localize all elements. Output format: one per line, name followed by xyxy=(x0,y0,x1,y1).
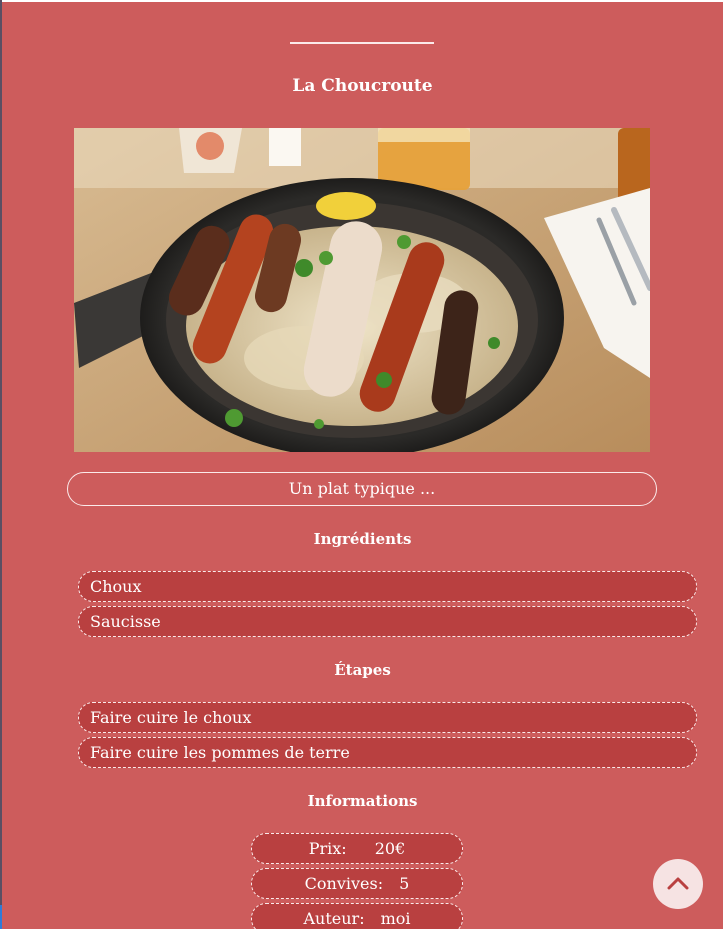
author-info: Auteur: moi xyxy=(251,903,463,929)
ingredient-label: Saucisse xyxy=(90,612,161,631)
top-divider xyxy=(290,42,434,44)
step-label: Faire cuire le choux xyxy=(90,708,252,727)
recipe-title: La Choucroute xyxy=(292,76,433,96)
guests-label: Convives: xyxy=(304,874,384,893)
recipe-description: Un plat typique ... xyxy=(67,472,657,506)
recipe-photo xyxy=(74,128,650,452)
price-value: 20€ xyxy=(374,839,406,858)
step-item: Faire cuire le choux xyxy=(78,702,697,733)
recipe-page: La Choucroute Un plat typique ... Ingréd… xyxy=(2,2,723,929)
informations-heading: Informations xyxy=(307,792,418,810)
author-value: moi xyxy=(380,909,411,928)
ingredient-item: Choux xyxy=(78,571,697,602)
steps-heading: Étapes xyxy=(334,661,391,679)
step-item: Faire cuire les pommes de terre xyxy=(78,737,697,768)
step-label: Faire cuire les pommes de terre xyxy=(90,743,350,762)
price-info: Prix: 20€ xyxy=(251,833,463,864)
choucroute-image xyxy=(74,128,650,452)
chevron-up-icon xyxy=(667,877,689,890)
ingredients-heading: Ingrédients xyxy=(313,530,412,548)
price-label: Prix: xyxy=(308,839,347,858)
ingredient-item: Saucisse xyxy=(78,606,697,637)
scroll-to-top-button[interactable] xyxy=(653,859,703,909)
guests-info: Convives: 5 xyxy=(251,868,463,899)
guests-value: 5 xyxy=(399,874,410,893)
ingredient-label: Choux xyxy=(90,577,142,596)
author-label: Auteur: xyxy=(303,909,365,928)
